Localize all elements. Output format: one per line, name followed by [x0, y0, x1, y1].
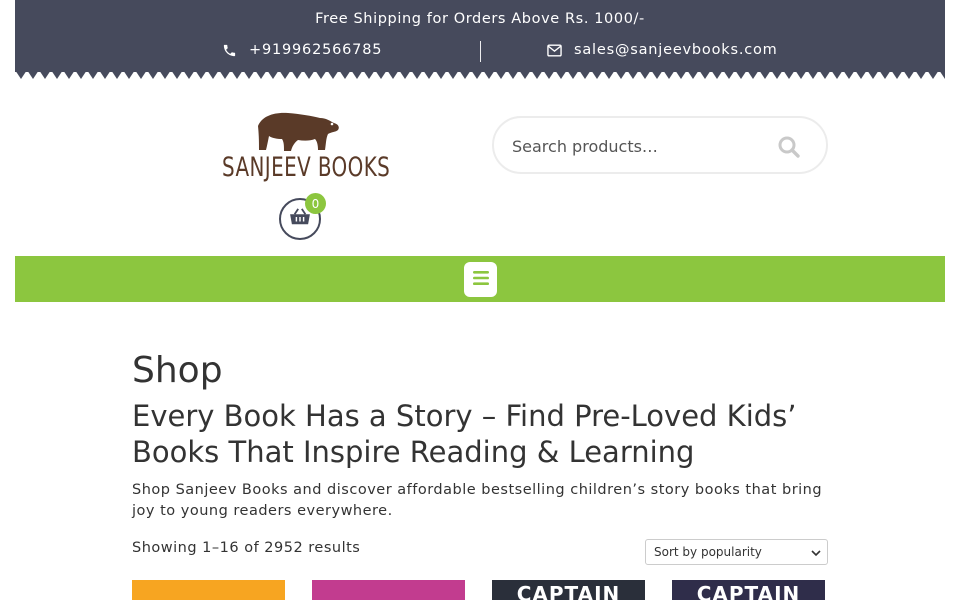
shipping-notice: Free Shipping for Orders Above Rs. 1000/…: [315, 11, 645, 27]
product-card[interactable]: CAPTAIN: [492, 580, 645, 600]
email-link[interactable]: sales@sanjeevbooks.com: [547, 42, 778, 58]
hamburger-icon: [472, 270, 489, 289]
phone-icon: [222, 43, 237, 58]
search-input[interactable]: [512, 132, 752, 160]
email-address: sales@sanjeevbooks.com: [574, 42, 778, 58]
product-image: [312, 580, 465, 600]
chevron-down-icon: [811, 547, 821, 561]
sort-selected-value: Sort by popularity: [654, 545, 762, 559]
product-card[interactable]: [132, 580, 285, 600]
phone-link[interactable]: +919962566785: [222, 42, 382, 58]
zigzag-border: [15, 70, 945, 82]
product-cover-title: CAPTAIN: [516, 582, 621, 600]
site-logo[interactable]: SANJEEV BOOKS: [222, 108, 391, 193]
envelope-icon: [547, 44, 562, 57]
search-icon[interactable]: [777, 135, 801, 159]
shop-content: Shop Every Book Has a Story – Find Pre-L…: [132, 350, 832, 522]
page-title: Shop: [132, 350, 223, 391]
sort-select[interactable]: Sort by popularity: [645, 539, 828, 565]
contact-divider: [480, 41, 481, 62]
product-cover-title: CAPTAIN: [696, 582, 801, 600]
top-bar: Free Shipping for Orders Above Rs. 1000/…: [15, 0, 945, 72]
menu-toggle-button[interactable]: [464, 262, 497, 297]
logo-text: SANJEEV BOOKS: [222, 152, 391, 183]
product-card[interactable]: CAPTAIN: [672, 580, 825, 600]
shop-heading: Every Book Has a Story – Find Pre-Loved …: [132, 399, 797, 469]
search-box: [492, 116, 828, 174]
shop-intro: Shop Sanjeev Books and discover affordab…: [132, 482, 823, 519]
result-count: Showing 1–16 of 2952 results: [132, 540, 361, 556]
product-image: [132, 580, 285, 600]
cart-count-badge: 0: [305, 193, 326, 214]
main-navigation: [15, 256, 945, 302]
phone-number: +919962566785: [249, 42, 383, 58]
product-card[interactable]: [312, 580, 465, 600]
bear-logo-icon: [258, 112, 339, 151]
